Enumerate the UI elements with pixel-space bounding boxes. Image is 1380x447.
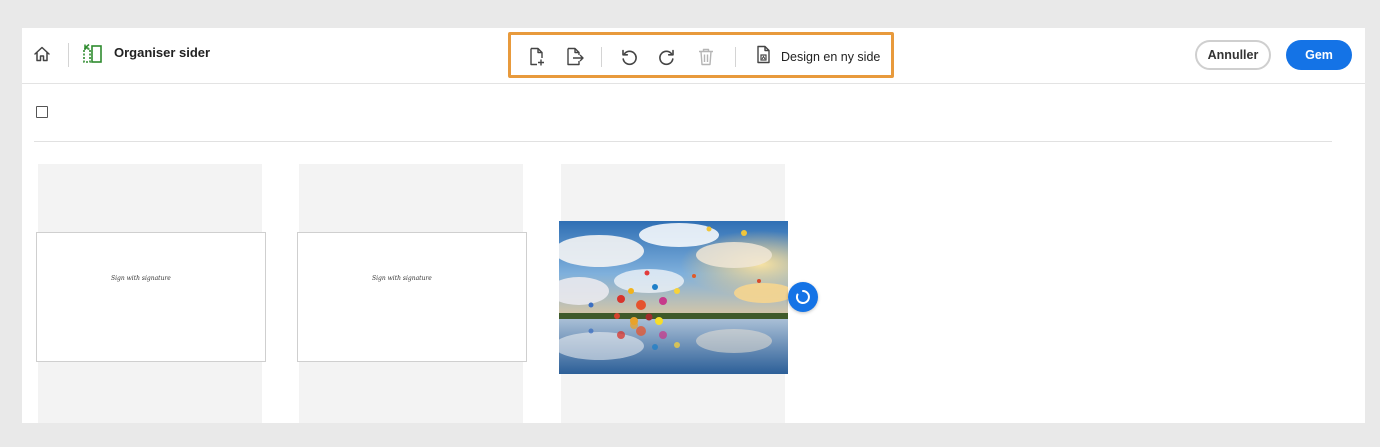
save-button[interactable]: Gem <box>1286 40 1352 70</box>
rotate-counterclockwise-icon[interactable] <box>617 45 641 69</box>
signature-text: Sign with signature <box>111 275 171 282</box>
cancel-button[interactable]: Annuller <box>1195 40 1271 70</box>
trash-icon[interactable] <box>694 45 718 69</box>
divider <box>34 141 1332 142</box>
divider <box>68 43 69 67</box>
tool-title: Organiser sider <box>114 45 211 60</box>
page-thumbnail-3[interactable] <box>549 221 794 374</box>
page-export-icon[interactable] <box>563 45 587 69</box>
page-thumbnail-2[interactable]: Sign with signature <box>297 232 527 362</box>
page-add-icon[interactable] <box>525 45 549 69</box>
top-bar: Organiser sider Design en ny side Annull… <box>22 28 1365 84</box>
design-new-page-button[interactable]: Design en ny side <box>751 44 884 70</box>
rotate-clockwise-icon[interactable] <box>655 45 679 69</box>
page-design-icon <box>755 45 773 70</box>
select-all-checkbox[interactable] <box>36 106 48 118</box>
page-toolbar: Design en ny side <box>508 32 894 78</box>
design-new-page-label: Design en ny side <box>781 50 881 64</box>
divider <box>735 47 736 67</box>
organize-pages-icon <box>82 43 104 65</box>
page-thumbnail-1[interactable]: Sign with signature <box>36 232 266 362</box>
home-icon[interactable] <box>30 42 54 66</box>
loading-spinner-icon <box>788 282 818 312</box>
divider <box>601 47 602 67</box>
signature-text: Sign with signature <box>372 275 432 282</box>
hot-air-balloons-photo <box>549 221 794 374</box>
organize-pages-app: Organiser sider Design en ny side Annull… <box>22 28 1365 423</box>
